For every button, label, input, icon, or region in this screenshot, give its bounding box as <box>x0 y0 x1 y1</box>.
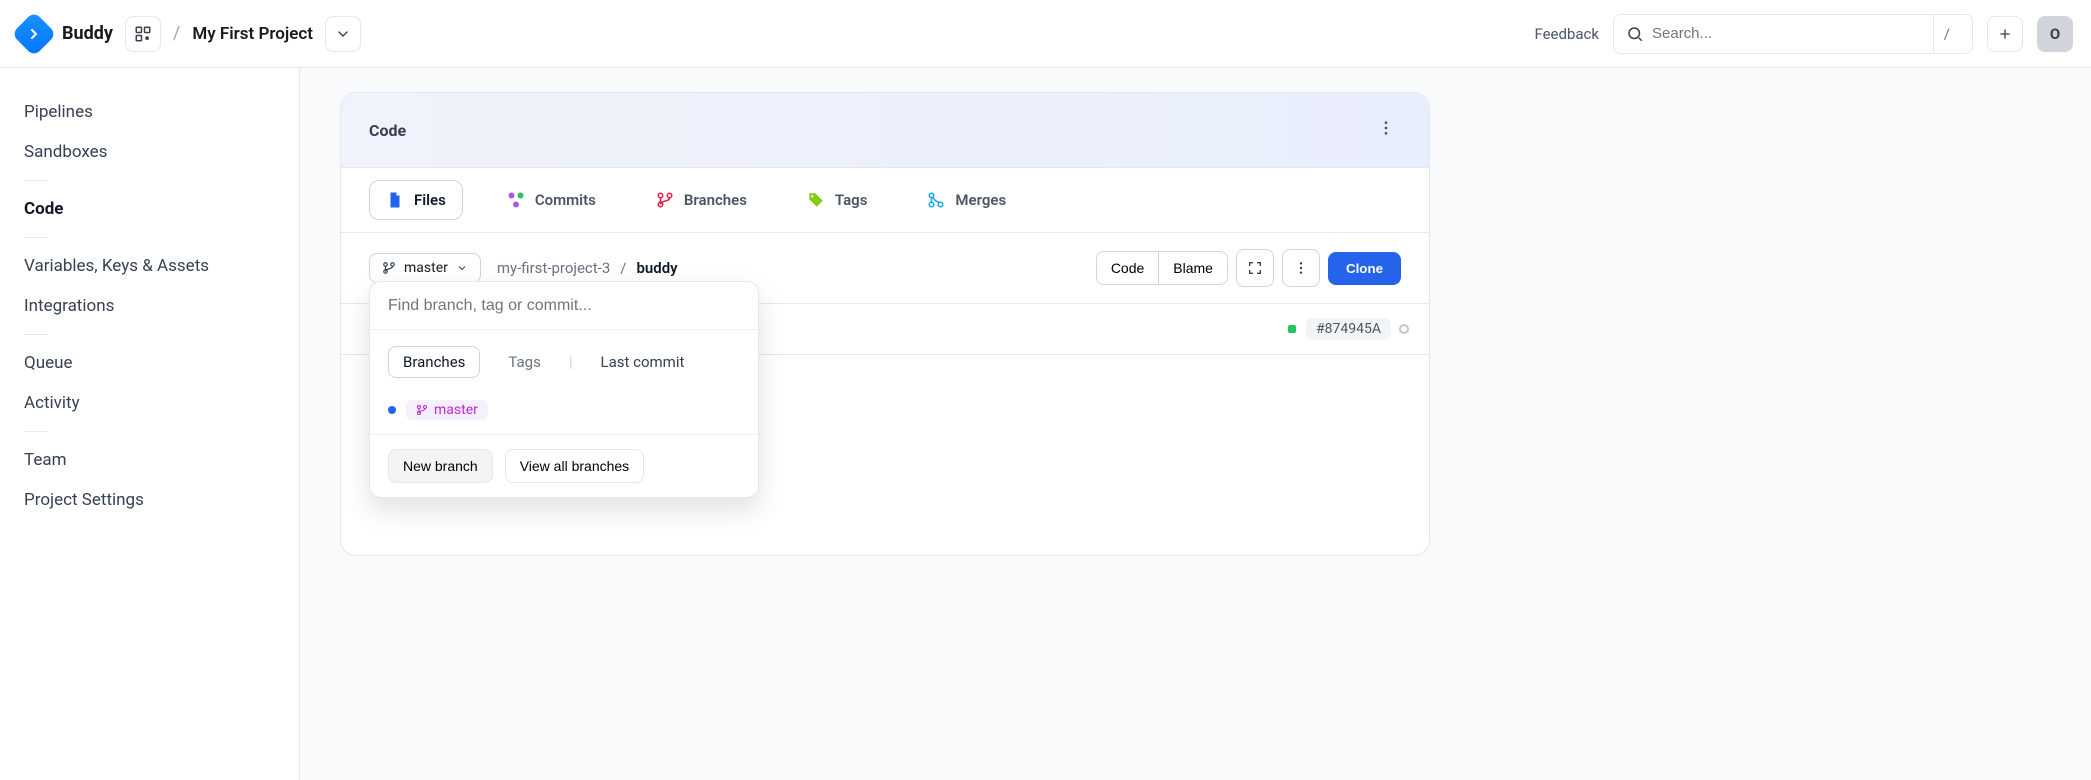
toolbar-left: master my-first-project-3 / buddy <box>369 253 678 283</box>
fullscreen-button[interactable] <box>1236 249 1274 287</box>
search-icon <box>1626 25 1644 43</box>
view-all-branches-button[interactable]: View all branches <box>505 449 644 483</box>
sidebar-item-variables[interactable]: Variables, Keys & Assets <box>24 246 275 286</box>
build-status-icon <box>1288 325 1296 333</box>
panel-header: Code <box>341 93 1429 167</box>
panel-menu[interactable] <box>1371 113 1401 147</box>
clone-button[interactable]: Clone <box>1328 252 1401 285</box>
commit-hash-badge[interactable]: #874945A <box>1306 318 1391 340</box>
branch-current: master <box>404 260 448 276</box>
dd-tab-divider: | <box>569 353 573 371</box>
avatar[interactable]: O <box>2037 16 2073 52</box>
crumb-sep: / <box>620 259 626 277</box>
view-mode-group: Code Blame <box>1096 251 1228 285</box>
view-code-button[interactable]: Code <box>1097 252 1158 284</box>
tab-files[interactable]: Files <box>369 180 463 220</box>
project-name[interactable]: My First Project <box>192 24 313 44</box>
dropdown-search-row <box>370 282 758 330</box>
new-branch-button[interactable]: New branch <box>388 449 493 483</box>
tab-branches-label: Branches <box>684 191 747 209</box>
sidebar-item-queue[interactable]: Queue <box>24 343 275 383</box>
dd-tab-last-commit[interactable]: Last commit <box>587 347 699 377</box>
header-left: Buddy / My First Project <box>18 16 361 52</box>
tab-commits-label: Commits <box>535 191 596 209</box>
nav-divider <box>24 334 48 335</box>
branch-dropdown: Branches Tags | Last commit master <box>369 281 759 498</box>
tab-tags[interactable]: Tags <box>791 181 884 219</box>
nav-divider <box>24 180 48 181</box>
header: Buddy / My First Project Feedback / O <box>0 0 2091 68</box>
tab-merges-label: Merges <box>955 191 1006 209</box>
tab-merges[interactable]: Merges <box>911 181 1022 219</box>
add-button[interactable] <box>1987 16 2023 52</box>
view-blame-button[interactable]: Blame <box>1158 252 1227 284</box>
search-input[interactable] <box>1644 25 1925 42</box>
logo[interactable] <box>11 11 56 56</box>
crumb-current: buddy <box>636 259 677 277</box>
sidebar-item-pipelines[interactable]: Pipelines <box>24 92 275 132</box>
dropdown-footer: New branch View all branches <box>370 434 758 497</box>
branch-icon <box>416 404 428 416</box>
dd-tab-branches[interactable]: Branches <box>388 346 480 378</box>
toolbar-right: Code Blame Clone <box>1096 249 1401 287</box>
branch-selector[interactable]: master <box>369 253 481 283</box>
content: Code Files Commits Branches <box>300 68 2091 780</box>
panel-title: Code <box>369 121 406 140</box>
merges-icon <box>927 191 945 209</box>
sidebar-item-sandboxes[interactable]: Sandboxes <box>24 132 275 172</box>
file-icon <box>386 191 404 209</box>
tab-commits[interactable]: Commits <box>491 181 612 219</box>
branch-pill: master <box>406 400 488 420</box>
sidebar: Pipelines Sandboxes Code Variables, Keys… <box>0 68 300 780</box>
code-panel: Code Files Commits Branches <box>340 92 1430 556</box>
branch-name: master <box>434 402 478 418</box>
dropdown-tabs: Branches Tags | Last commit <box>370 330 758 384</box>
layout: Pipelines Sandboxes Code Variables, Keys… <box>0 68 2091 780</box>
sidebar-item-integrations[interactable]: Integrations <box>24 286 275 326</box>
sidebar-item-team[interactable]: Team <box>24 440 275 480</box>
status-indicator <box>1399 324 1409 334</box>
more-options-button[interactable] <box>1282 249 1320 287</box>
project-dropdown[interactable] <box>325 16 361 52</box>
search-box[interactable]: / <box>1613 14 1973 54</box>
code-tabs: Files Commits Branches Tags Merges <box>341 167 1429 233</box>
sidebar-item-activity[interactable]: Activity <box>24 383 275 423</box>
chevron-down-icon <box>456 262 468 274</box>
file-toolbar: master my-first-project-3 / buddy Code B… <box>341 233 1429 303</box>
sidebar-item-code[interactable]: Code <box>24 189 275 229</box>
tags-icon <box>807 191 825 209</box>
brand-name[interactable]: Buddy <box>62 23 113 44</box>
branches-icon <box>656 191 674 209</box>
search-shortcut: / <box>1933 15 1960 53</box>
tab-files-label: Files <box>414 191 446 209</box>
breadcrumb: my-first-project-3 / buddy <box>497 259 678 277</box>
nav-divider <box>24 237 48 238</box>
branch-search-input[interactable] <box>388 297 740 315</box>
commits-icon <box>507 191 525 209</box>
header-right: Feedback / O <box>1534 14 2073 54</box>
workspace-switcher[interactable] <box>125 16 161 52</box>
nav-divider <box>24 431 48 432</box>
dropdown-body: master <box>370 384 758 434</box>
tab-tags-label: Tags <box>835 191 868 209</box>
sidebar-item-project-settings[interactable]: Project Settings <box>24 480 275 520</box>
tab-branches[interactable]: Branches <box>640 181 763 219</box>
dd-tab-tags[interactable]: Tags <box>494 347 554 377</box>
branch-item-master[interactable]: master <box>388 394 740 426</box>
branch-icon <box>382 261 396 275</box>
breadcrumb-sep: / <box>173 23 180 44</box>
branch-active-dot <box>388 406 396 414</box>
crumb-root[interactable]: my-first-project-3 <box>497 259 610 277</box>
feedback-link[interactable]: Feedback <box>1534 25 1599 43</box>
